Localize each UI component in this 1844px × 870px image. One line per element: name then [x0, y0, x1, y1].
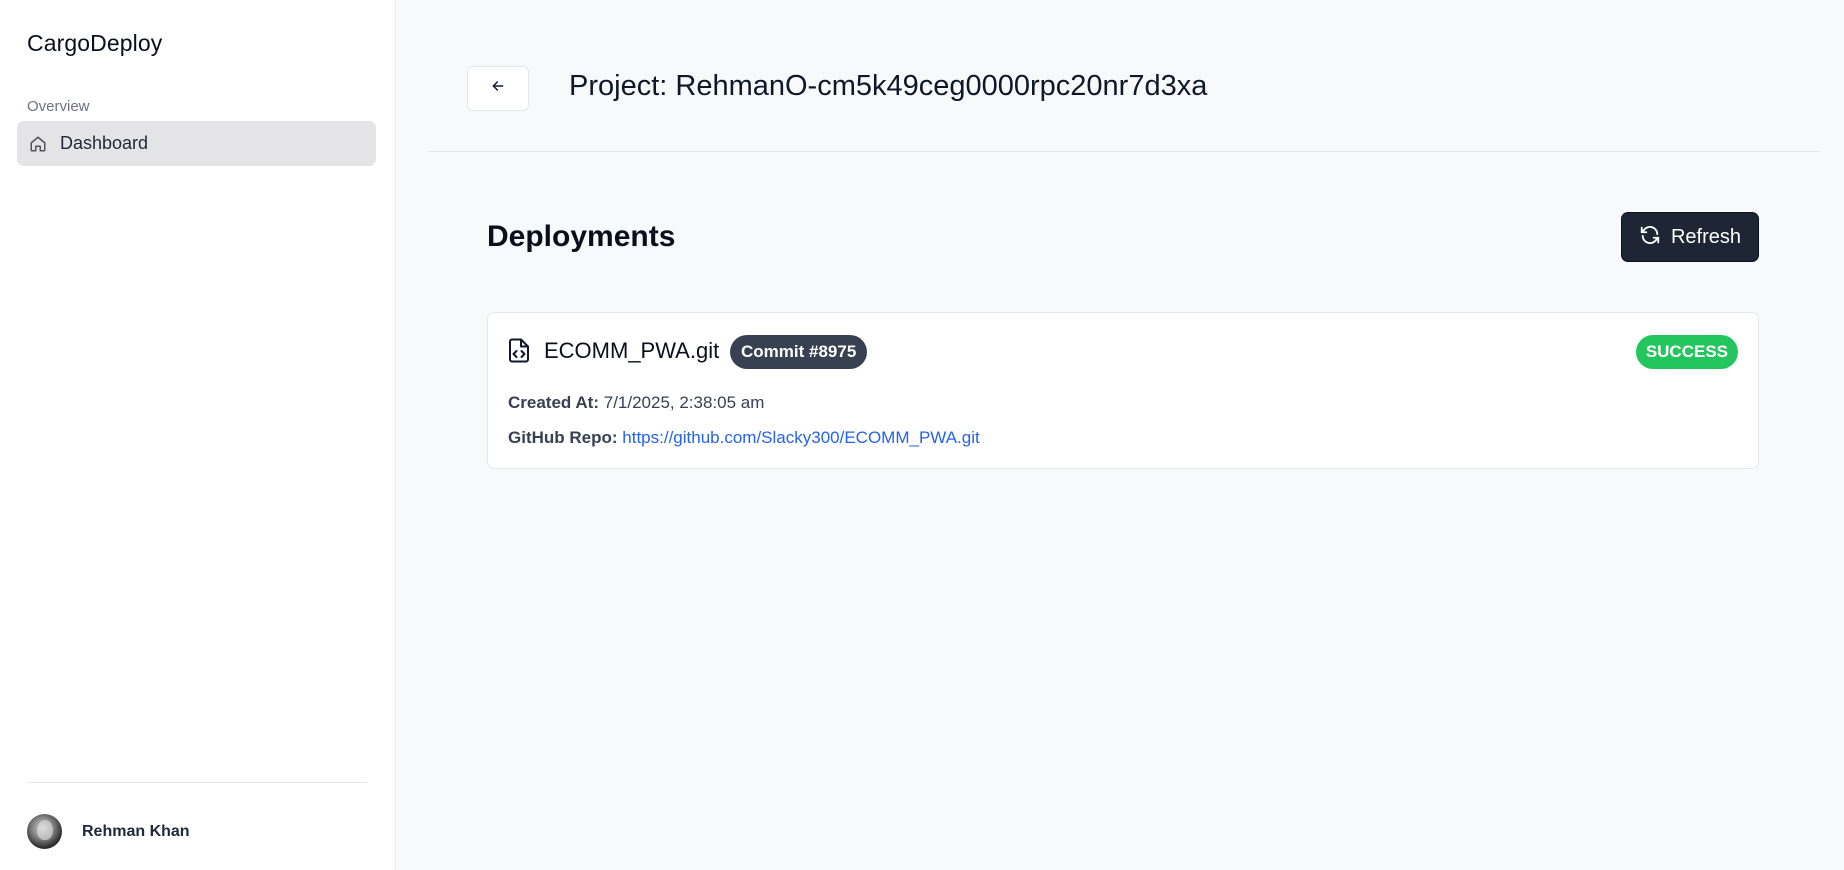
commit-badge: Commit #8975: [730, 335, 868, 369]
sidebar-item-dashboard[interactable]: Dashboard: [17, 121, 376, 166]
created-at-label: Created At:: [508, 393, 599, 412]
arrow-left-icon: [490, 78, 506, 99]
page-title: Project: RehmanO-cm5k49ceg0000rpc20nr7d3…: [569, 70, 1208, 102]
user-name: Rehman Khan: [82, 822, 190, 840]
deployment-repo-name: ECOMM_PWA.git: [544, 338, 720, 363]
file-code-icon: [508, 338, 530, 363]
app-brand[interactable]: CargoDeploy: [27, 30, 162, 57]
refresh-button[interactable]: Refresh: [1621, 212, 1759, 262]
created-at-value: 7/1/2025, 2:38:05 am: [603, 393, 765, 412]
status-badge: SUCCESS: [1635, 335, 1738, 369]
refresh-icon: [1639, 224, 1661, 251]
back-button[interactable]: [467, 66, 529, 111]
github-repo-row: GitHub Repo: https://github.com/Slacky30…: [508, 428, 980, 448]
sidebar-divider: [27, 782, 367, 783]
created-at-row: Created At: 7/1/2025, 2:38:05 am: [508, 393, 764, 413]
github-repo-link[interactable]: https://github.com/Slacky300/ECOMM_PWA.g…: [622, 428, 979, 447]
sidebar: CargoDeploy Overview Dashboard Rehman Kh…: [0, 0, 396, 870]
user-profile[interactable]: Rehman Khan: [27, 814, 190, 849]
deployment-card: ECOMM_PWA.git Commit #8975 SUCCESS Creat…: [487, 312, 1759, 469]
sidebar-item-label: Dashboard: [60, 133, 149, 153]
github-repo-label: GitHub Repo:: [508, 428, 618, 447]
header-divider: [428, 151, 1820, 152]
avatar[interactable]: [27, 814, 62, 849]
refresh-label: Refresh: [1670, 225, 1742, 248]
home-icon: [28, 134, 48, 154]
deployments-heading: Deployments: [487, 220, 676, 253]
sidebar-section-label: Overview: [27, 98, 90, 115]
